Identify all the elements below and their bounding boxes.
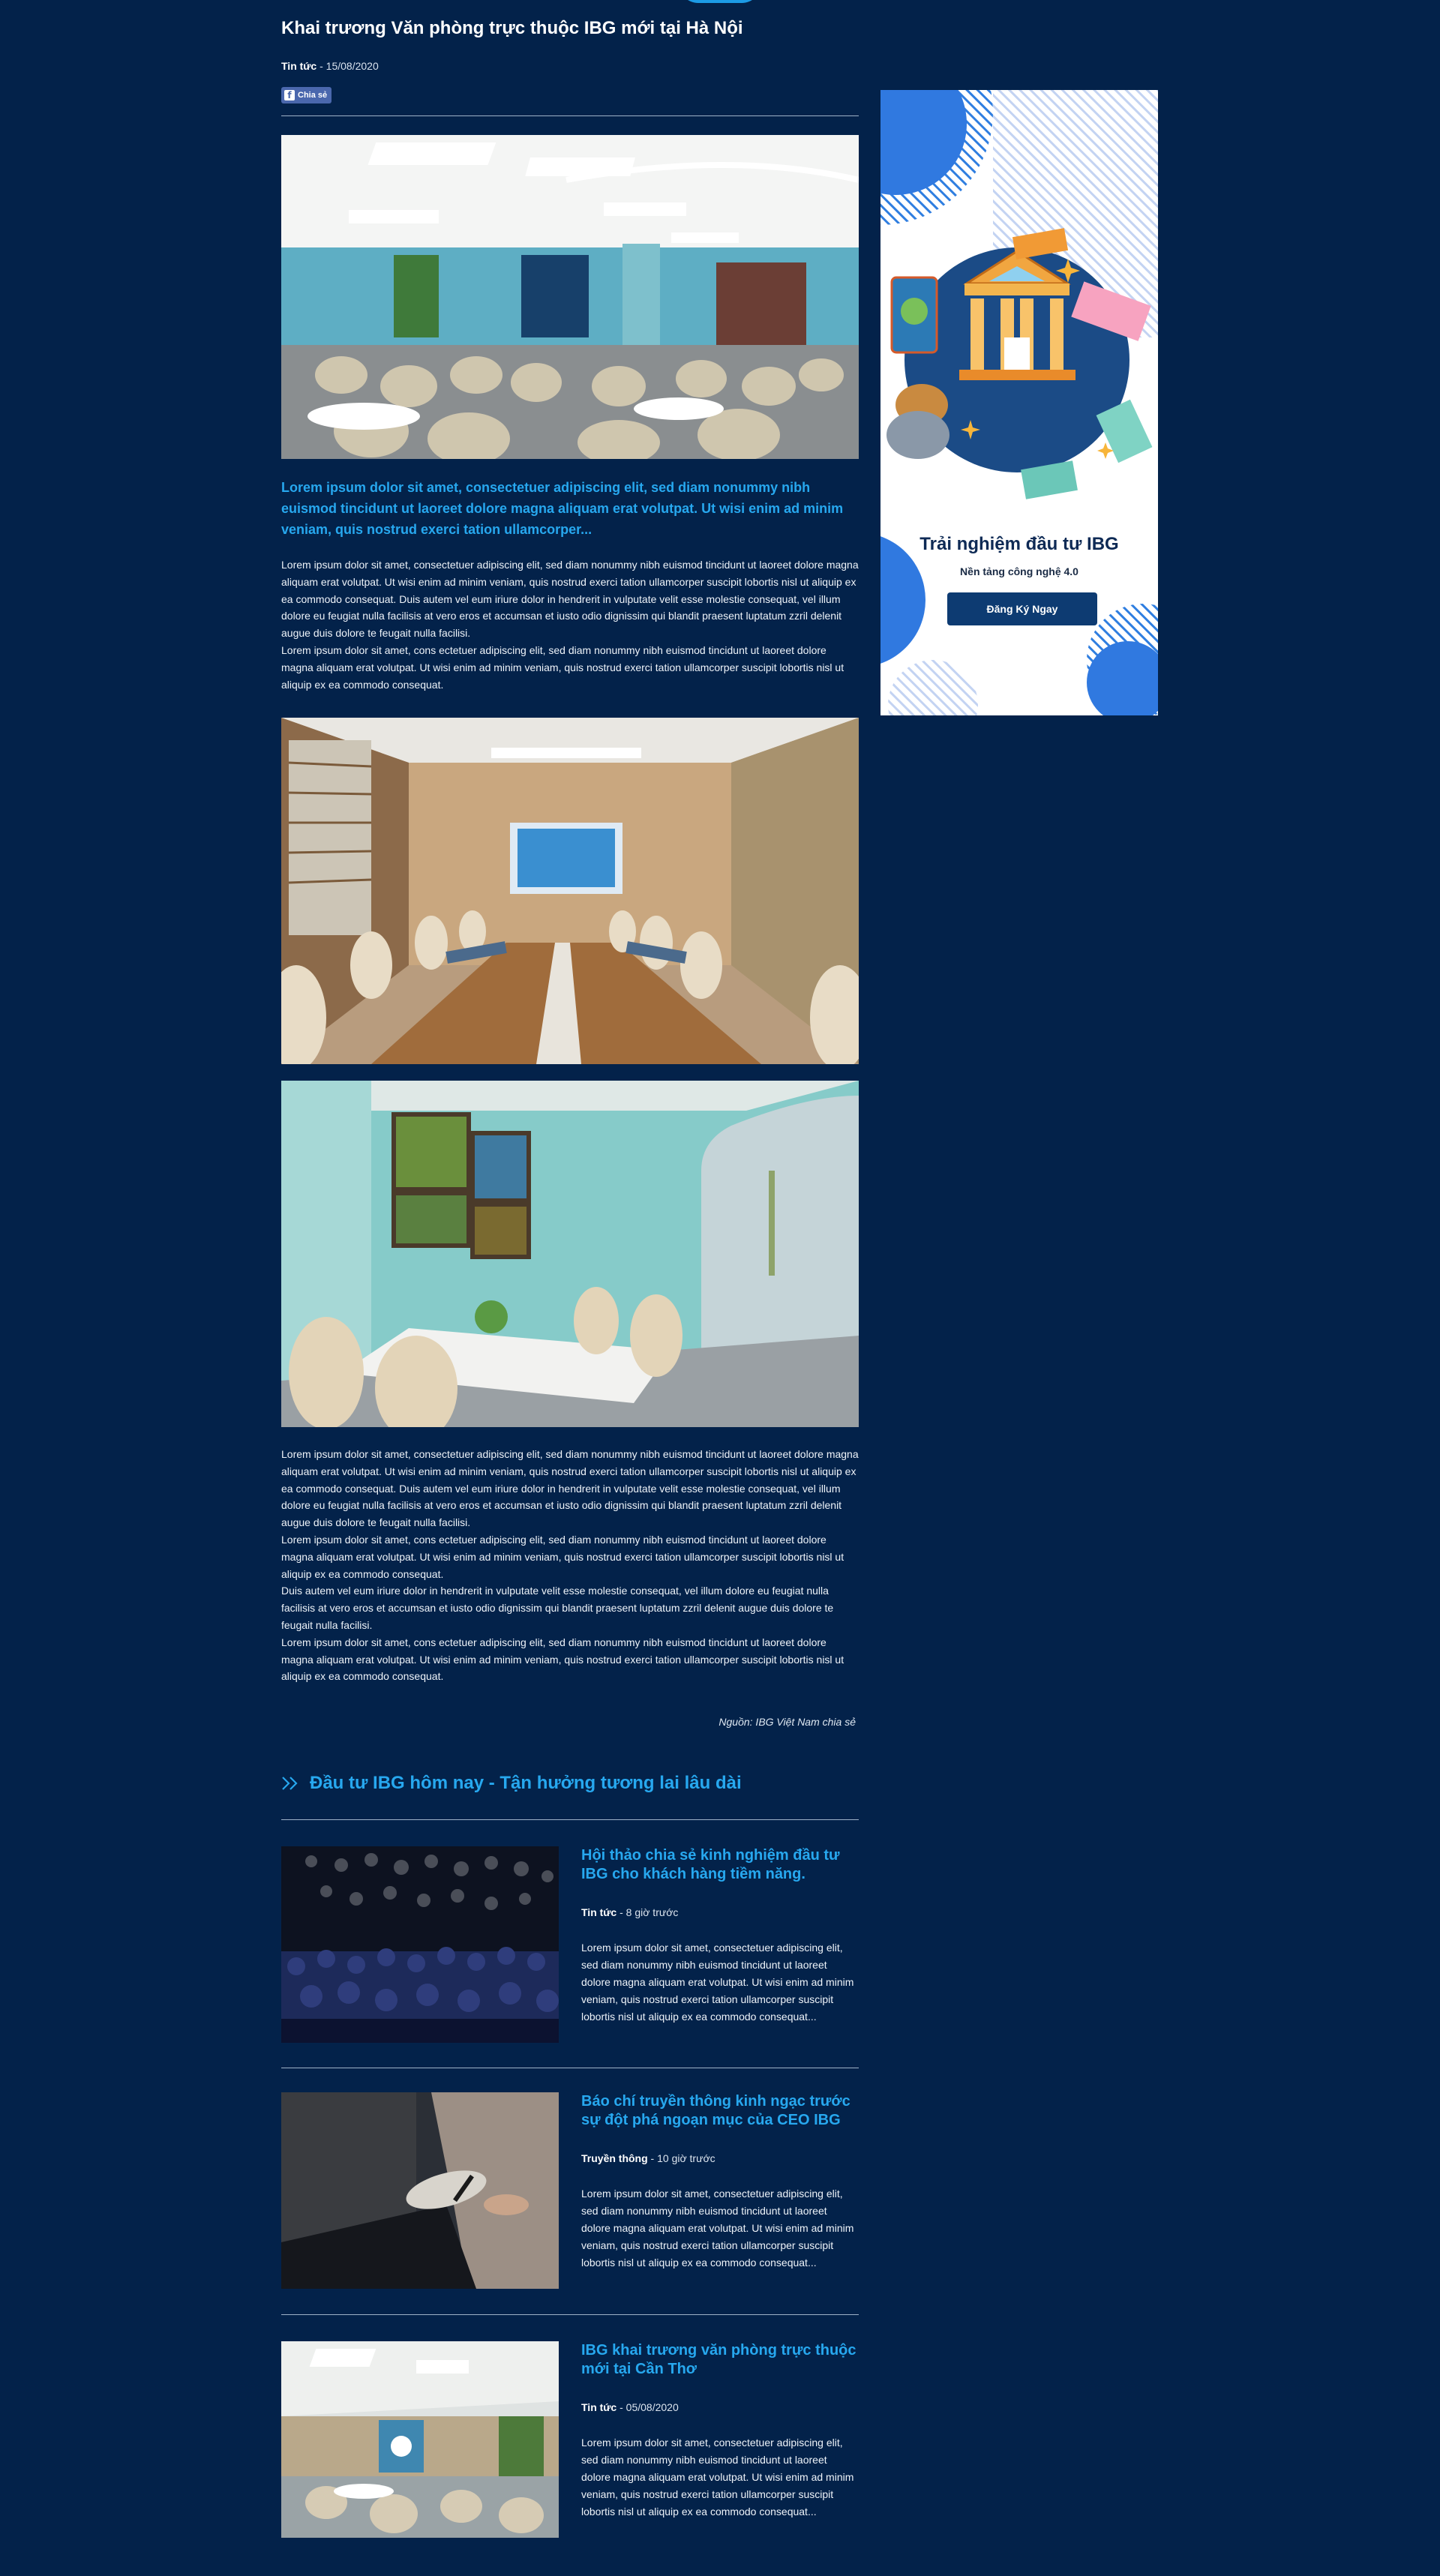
related-article-category[interactable]: Tin tức [581,2401,616,2413]
related-heading: Đầu tư IBG hôm nay - Tận hưởng tương lai… [281,1773,742,1794]
small-meeting-room-photo [281,1081,859,1427]
related-article-title[interactable]: Hội thảo chia sẻ kinh nghiệm đầu tư IBG … [581,1846,859,1884]
facebook-share-button[interactable]: f Chia sẻ [281,87,332,103]
related-article-meta: Tin tức - 8 giờ trước [581,1906,678,1918]
related-article-title[interactable]: IBG khai trương văn phòng trực thuộc mới… [581,2341,859,2379]
double-chevron-right-icon [282,1777,298,1790]
related-heading-text: Đầu tư IBG hôm nay - Tận hưởng tương lai… [310,1773,742,1793]
related-article-time: - 10 giờ trước [647,2152,716,2164]
related-article-category[interactable]: Truyền thông [581,2152,648,2164]
article-paragraph-2: Lorem ipsum dolor sit amet, consectetuer… [281,1448,859,1683]
register-button[interactable]: Đăng Ký Ngay [947,592,1097,625]
related-article-meta: Truyền thông - 10 giờ trước [581,2152,716,2164]
divider [281,115,859,116]
article-lead: Lorem ipsum dolor sit amet, consectetuer… [281,480,844,537]
article-source: Nguồn: IBG Việt Nam chia sẻ [718,1716,856,1728]
promo-subtitle: Nền tảng công nghệ 4.0 [960,565,1078,577]
related-article-meta: Tin tức - 05/08/2020 [581,2401,679,2413]
article-title: Khai trương Văn phòng trực thuộc IBG mới… [281,18,743,38]
press-thumbnail[interactable] [281,2092,559,2289]
related-article-excerpt: Lorem ipsum dolor sit amet, consectetuer… [581,2437,854,2518]
article-category[interactable]: Tin tức [281,60,316,72]
related-article-excerpt: Lorem ipsum dolor sit amet, consectetuer… [581,1942,854,2023]
can-tho-office-thumbnail[interactable] [281,2341,559,2538]
related-article-card[interactable]: IBG khai trương văn phòng trực thuộc mới… [281,2341,859,2538]
article-meta: Tin tức - 15/08/2020 [281,60,379,72]
top-decoration [679,0,761,3]
related-article-title[interactable]: Báo chí truyền thông kinh ngạc trước sự … [581,2092,859,2130]
meeting-room-photo [281,718,859,1064]
facebook-icon: f [284,90,295,100]
related-article-time: - 05/08/2020 [616,2401,679,2413]
related-article-time: - 8 giờ trước [616,1906,679,1918]
related-article-excerpt: Lorem ipsum dolor sit amet, consectetuer… [581,2188,854,2269]
divider [281,1819,859,1820]
related-article-category[interactable]: Tin tức [581,1906,616,1918]
related-article-card[interactable]: Báo chí truyền thông kinh ngạc trước sự … [281,2092,859,2289]
promo-banner[interactable]: Trải nghiệm đầu tư IBG Nền tảng công ngh… [880,90,1158,715]
article-date: - 15/08/2020 [316,60,379,72]
office-photo-1 [281,135,859,459]
share-label: Chia sẻ [298,91,328,100]
seminar-thumbnail[interactable] [281,1846,559,2043]
article-paragraph-1: Lorem ipsum dolor sit amet, consectetuer… [281,559,859,691]
related-article-card[interactable]: Hội thảo chia sẻ kinh nghiệm đầu tư IBG … [281,1846,859,2043]
promo-title: Trải nghiệm đầu tư IBG [920,534,1119,554]
divider [281,2314,859,2315]
